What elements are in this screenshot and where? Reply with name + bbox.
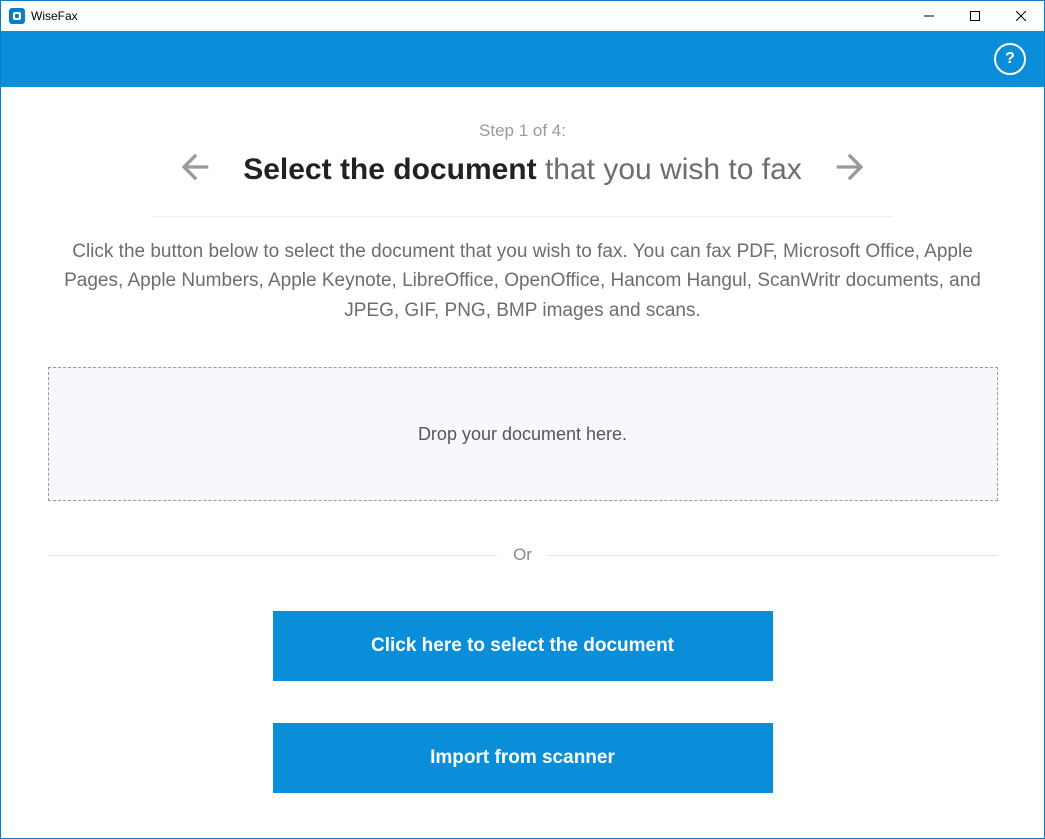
step-title-rest: that you wish to fax <box>537 153 802 186</box>
window-title: WiseFax <box>31 9 78 23</box>
step-title-bold: Select the document <box>243 153 536 186</box>
help-button[interactable]: ? <box>994 43 1026 75</box>
separator <box>153 216 893 217</box>
or-label: Or <box>513 545 532 565</box>
drop-zone-label: Drop your document here. <box>418 424 627 445</box>
arrow-left-icon[interactable] <box>175 147 215 192</box>
maximize-button[interactable] <box>952 1 998 31</box>
main-content: Step 1 of 4: Select the document that yo… <box>1 87 1044 838</box>
step-heading-row: Select the document that you wish to fax <box>41 147 1004 192</box>
instructions-text: Click the button below to select the doc… <box>43 237 1003 325</box>
divider-line <box>548 555 998 556</box>
app-icon <box>9 8 25 24</box>
step-title: Select the document that you wish to fax <box>243 153 802 187</box>
divider-line <box>48 555 498 556</box>
minimize-button[interactable] <box>906 1 952 31</box>
app-header: ? <box>1 31 1044 87</box>
app-window: WiseFax ? Step 1 of 4: Select the docume… <box>0 0 1045 839</box>
select-document-button[interactable]: Click here to select the document <box>273 611 773 681</box>
import-from-scanner-button[interactable]: Import from scanner <box>273 723 773 793</box>
drop-zone[interactable]: Drop your document here. <box>48 367 998 501</box>
titlebar: WiseFax <box>1 1 1044 31</box>
or-divider: Or <box>48 545 998 565</box>
arrow-right-icon[interactable] <box>830 147 870 192</box>
close-button[interactable] <box>998 1 1044 31</box>
step-counter: Step 1 of 4: <box>41 121 1004 141</box>
